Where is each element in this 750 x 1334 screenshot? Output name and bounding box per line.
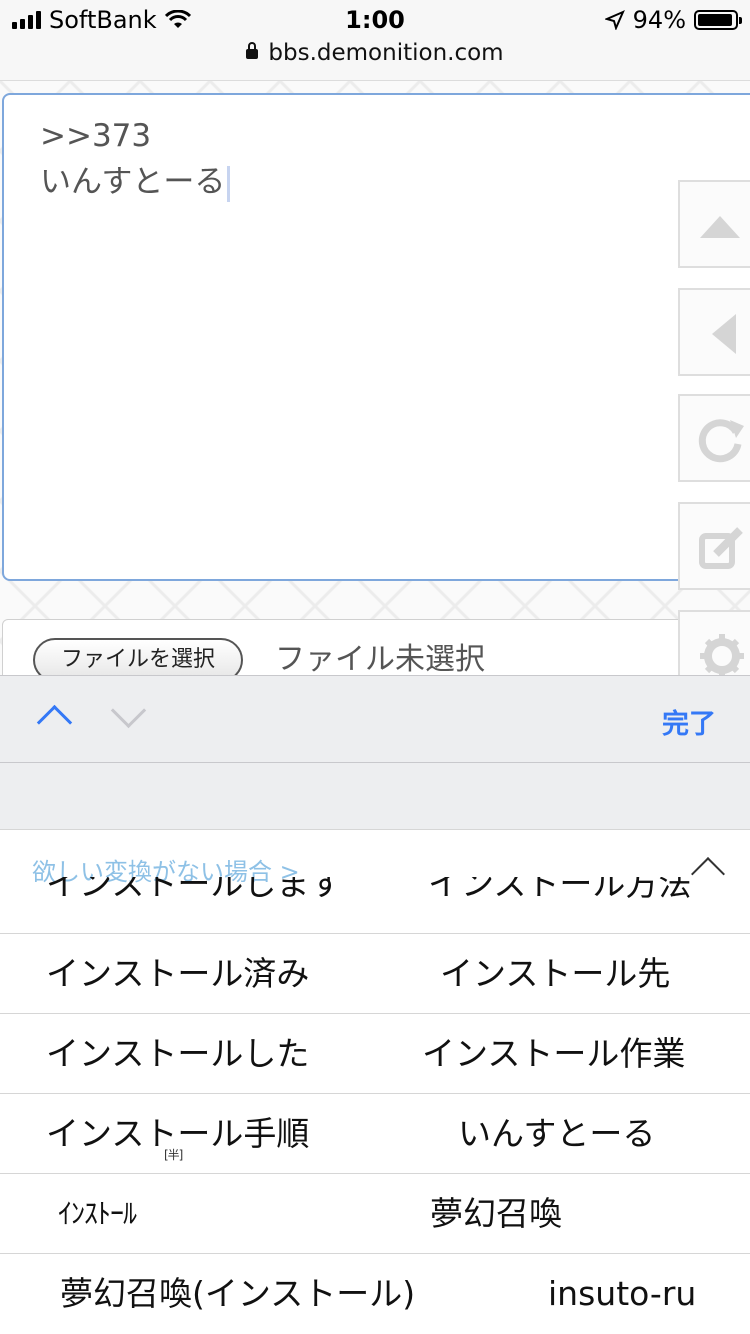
candidate-row: インストール済み インストール先: [0, 933, 750, 1013]
done-button[interactable]: 完了: [662, 702, 716, 741]
halfwidth-tag: [半]: [164, 1148, 183, 1162]
keyboard-spacer: [0, 763, 750, 829]
candidate-row: ｲﾝｽﾄｰﾙ [半] 夢幻召喚: [0, 1148, 750, 1254]
reload-icon: [698, 419, 744, 463]
candidate-item[interactable]: インストール方法: [428, 877, 691, 905]
post-textarea[interactable]: >>373 いんすとーる: [2, 93, 750, 581]
candidate-item[interactable]: ｲﾝｽﾄｰﾙ [半]: [58, 1148, 183, 1254]
file-row: ファイルを選択 ファイル未選択: [2, 619, 750, 675]
next-field-icon[interactable]: [110, 692, 147, 729]
reload-button[interactable]: [678, 394, 750, 482]
keyboard-toolbar: 完了: [0, 675, 750, 763]
candidate-item[interactable]: 夢幻召喚(インストール): [60, 1254, 415, 1334]
previous-field-icon[interactable]: [36, 704, 73, 741]
file-status: ファイル未選択: [275, 642, 485, 675]
candidate-item[interactable]: インストールします: [46, 877, 342, 905]
arrow-left-icon: [712, 314, 736, 354]
candidate-item[interactable]: インストール手順: [46, 1094, 309, 1174]
candidate-row-partial: インストールします インストール方法: [0, 877, 750, 933]
location-icon: [604, 10, 625, 30]
candidate-item[interactable]: 夢幻召喚: [430, 1174, 562, 1254]
back-button[interactable]: [678, 288, 750, 376]
text-cursor: [227, 165, 231, 202]
address-bar[interactable]: bbs.demonition.com: [0, 40, 750, 66]
gear-icon: [700, 634, 744, 675]
url-text: bbs.demonition.com: [268, 40, 504, 66]
candidate-panel: 欲しい変換がない場合 > インストールします インストール方法 インストール済み…: [0, 829, 750, 1334]
candidate-row: インストール手順 いんすとーる: [0, 1093, 750, 1173]
arrow-up-icon: [700, 216, 740, 238]
textarea-line-1: >>373: [40, 118, 152, 154]
candidate-item[interactable]: インストールした: [46, 1014, 309, 1094]
textarea-line-2: いんすとーる: [40, 164, 226, 200]
settings-button[interactable]: [678, 610, 750, 675]
candidate-row: 夢幻召喚(インストール) insuto-ru: [0, 1253, 750, 1333]
page-content: >>373 いんすとーる ファイルを選択 ファイル未選択: [0, 81, 750, 675]
battery-percent: 94%: [632, 6, 686, 34]
candidate-item[interactable]: インストール済み: [46, 934, 309, 1014]
candidate-item[interactable]: インストール作業: [422, 1014, 685, 1094]
lock-icon: [246, 42, 259, 59]
candidate-item[interactable]: いんすとーる: [458, 1094, 655, 1174]
scroll-top-button[interactable]: [678, 180, 750, 268]
status-bar: SoftBank 1:00 94% bbs.demonition.com: [0, 0, 750, 81]
edit-icon: [699, 527, 743, 569]
candidate-item[interactable]: インストール先: [440, 934, 670, 1014]
choose-file-button[interactable]: ファイルを選択: [33, 638, 244, 675]
candidate-item[interactable]: insuto-ru: [548, 1254, 696, 1334]
candidate-row: インストールした インストール作業: [0, 1013, 750, 1093]
edit-button[interactable]: [678, 502, 750, 590]
battery-icon: [694, 10, 742, 30]
